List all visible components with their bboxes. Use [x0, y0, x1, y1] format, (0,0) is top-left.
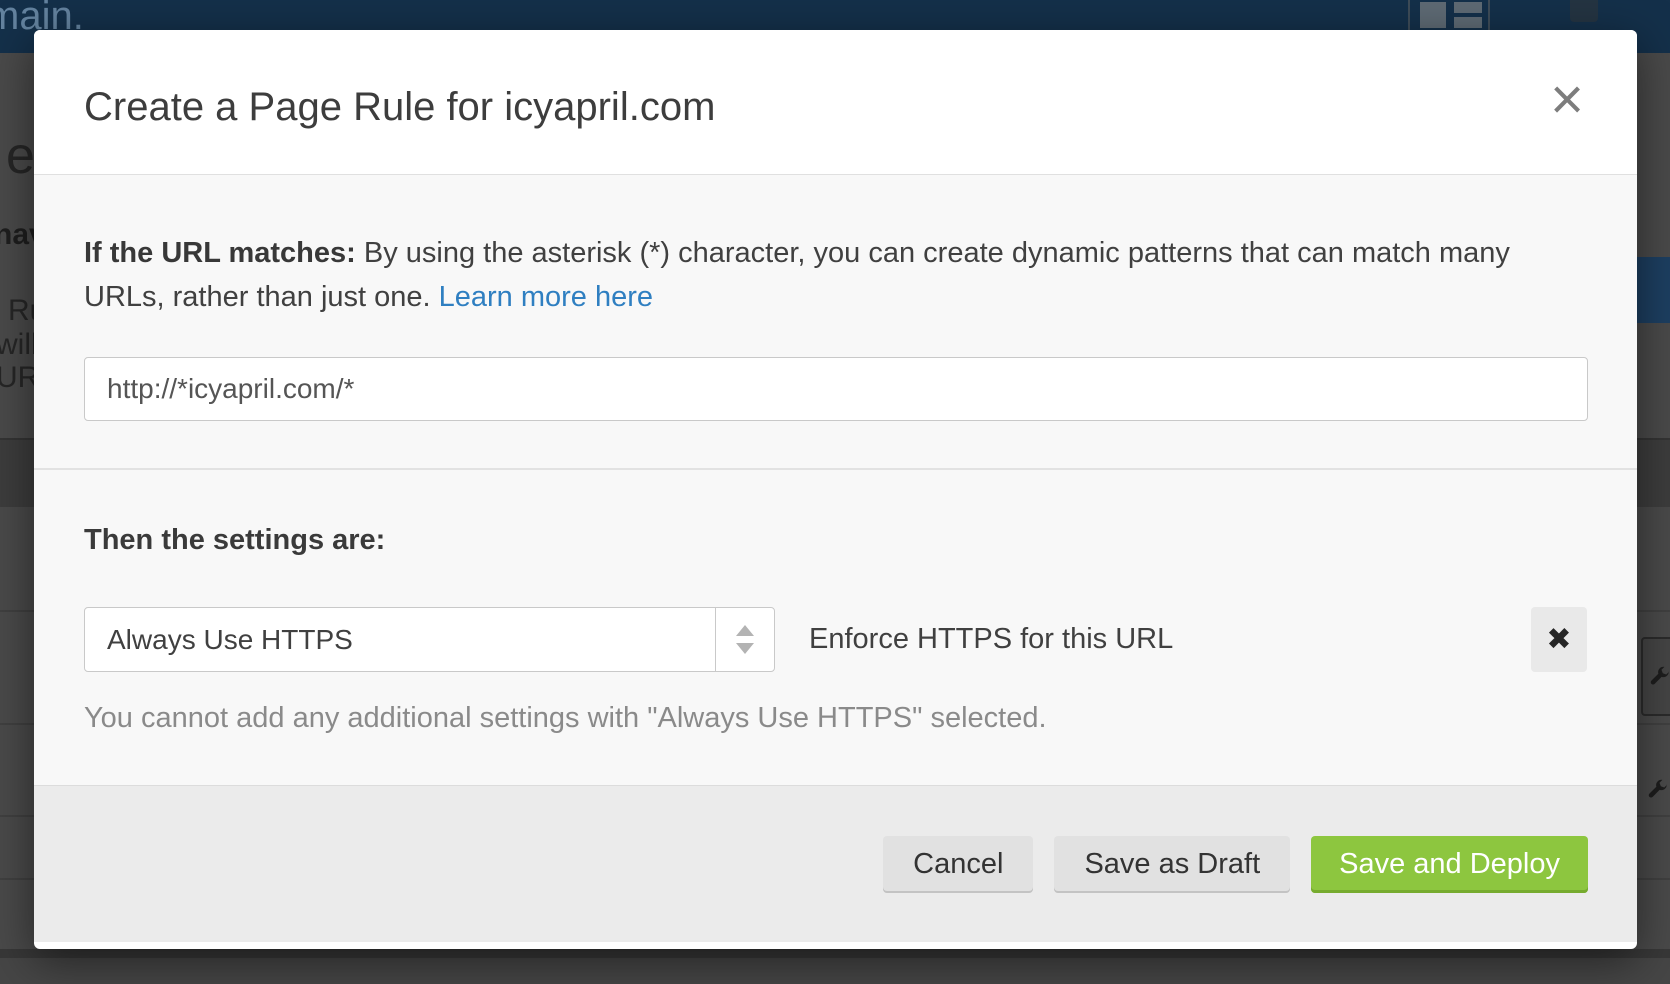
- cancel-button[interactable]: Cancel: [883, 836, 1033, 893]
- modal-body: If the URL matches: By using the asteris…: [34, 174, 1637, 785]
- toolbar-separator: [1488, 0, 1490, 31]
- chevron-up-icon: [736, 625, 754, 636]
- close-icon[interactable]: ×: [1541, 74, 1593, 126]
- setting-helper-text: You cannot add any additional settings w…: [84, 702, 1587, 735]
- modal-footer: Cancel Save as Draft Save and Deploy: [34, 785, 1637, 942]
- remove-icon: ✖: [1546, 622, 1571, 657]
- split-view-icon: [1420, 2, 1446, 28]
- remove-setting-button[interactable]: ✖: [1531, 607, 1587, 672]
- wrench-icon: [1646, 664, 1670, 690]
- dimmed-edit-button-fragment: [1643, 770, 1670, 810]
- chevron-down-icon: [736, 643, 754, 654]
- setting-description: Enforce HTTPS for this URL: [809, 623, 1173, 656]
- settings-section: Then the settings are: Always Use HTTPS …: [34, 470, 1637, 785]
- dimmed-text-fragment: will: [0, 328, 38, 362]
- setting-select-value: Always Use HTTPS: [85, 608, 715, 671]
- url-match-description: If the URL matches: By using the asteris…: [84, 231, 1564, 319]
- modal-header: Create a Page Rule for icyapril.com ×: [34, 30, 1637, 174]
- dimmed-page-shadow-band: [0, 949, 1670, 958]
- url-match-label: If the URL matches:: [84, 237, 356, 269]
- setting-row: Always Use HTTPS Enforce HTTPS for this …: [84, 607, 1587, 672]
- url-match-section: If the URL matches: By using the asteris…: [34, 175, 1637, 421]
- split-view-icon: [1454, 17, 1482, 28]
- settings-heading: Then the settings are:: [84, 524, 1587, 557]
- save-as-draft-button[interactable]: Save as Draft: [1054, 836, 1290, 893]
- save-and-deploy-button[interactable]: Save and Deploy: [1311, 836, 1588, 893]
- screen: main. e nav Ru will UR Create a Page Rul…: [0, 0, 1670, 984]
- dimmed-edit-button-fragment: [1641, 637, 1670, 716]
- url-pattern-input[interactable]: [84, 357, 1588, 421]
- dimmed-blue-button-fragment: [1637, 257, 1670, 323]
- learn-more-link[interactable]: Learn more here: [439, 281, 653, 313]
- wrench-icon: [1644, 777, 1670, 803]
- dimmed-toolbar-icon: [1570, 0, 1598, 22]
- create-page-rule-modal: Create a Page Rule for icyapril.com × If…: [34, 30, 1637, 949]
- setting-select[interactable]: Always Use HTTPS: [84, 607, 775, 672]
- select-spinner-icon[interactable]: [715, 608, 774, 671]
- split-view-icon: [1454, 2, 1482, 13]
- dimmed-heading-fragment: e: [6, 126, 35, 186]
- modal-title: Create a Page Rule for icyapril.com: [84, 85, 715, 130]
- toolbar-separator: [1408, 0, 1410, 31]
